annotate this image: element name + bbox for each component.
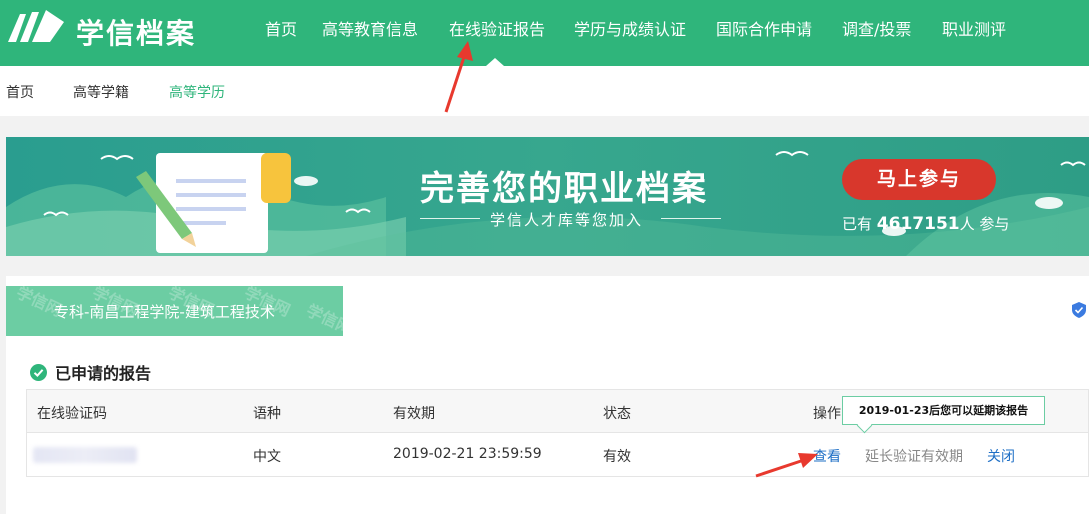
close-report-link[interactable]: 关闭 <box>987 446 1015 466</box>
school-name: 专科-南昌工程学院-建筑工程技术 <box>54 303 275 321</box>
subnav-higher-degree[interactable]: 高等学历 <box>169 82 225 102</box>
col-header-language: 语种 <box>253 406 281 422</box>
extend-tooltip: 2019-01-23后您可以延期该报告 <box>842 396 1045 425</box>
top-navbar: 学信档案 首页 高等教育信息 在线验证报告 学历与成绩认证 国际合作申请 调查/… <box>0 0 1089 66</box>
subnav-higher-enrollment[interactable]: 高等学籍 <box>73 82 129 102</box>
career-profile-banner[interactable]: 完善您的职业档案 学信人才库等您加入 马上参与 已有 4617151人 参与 <box>6 137 1089 256</box>
view-report-link[interactable]: 查看 <box>813 446 841 466</box>
shield-icon <box>1072 302 1086 318</box>
watermark-text: 学信网 <box>303 300 343 336</box>
nav-survey-vote[interactable]: 调查/投票 <box>842 16 911 40</box>
banner-divider-right <box>661 218 721 219</box>
participant-count: 已有 4617151人 参与 <box>842 213 1009 234</box>
row-language: 中文 <box>253 449 281 465</box>
col-header-validity: 有效期 <box>393 406 435 422</box>
nav-degree-grade-certification[interactable]: 学历与成绩认证 <box>574 16 686 40</box>
nav-higher-education-info[interactable]: 高等教育信息 <box>322 16 418 40</box>
participant-count-prefix: 已有 <box>842 215 873 233</box>
col-header-actions: 操作 <box>813 406 841 422</box>
participant-count-number: 4617151 <box>876 214 960 234</box>
brand-title[interactable]: 学信档案 <box>76 12 196 52</box>
school-tab[interactable]: 学信网 学信网 学信网 学信网 学信网 专科-南昌工程学院-建筑工程技术 <box>6 286 343 336</box>
nav-home[interactable]: 首页 <box>265 16 297 40</box>
subnav-home[interactable]: 首页 <box>6 82 34 102</box>
nav-international-cooperation[interactable]: 国际合作申请 <box>716 16 812 40</box>
book-logo-icon <box>8 10 64 42</box>
extend-validity-link[interactable]: 延长验证有效期 <box>865 446 963 466</box>
reports-card: 学信网 学信网 学信网 学信网 学信网 专科-南昌工程学院-建筑工程技术 已申请… <box>6 276 1089 514</box>
col-header-code: 在线验证码 <box>37 406 107 422</box>
applied-reports-heading: 已申请的报告 <box>30 360 151 384</box>
banner-divider-left <box>420 218 480 219</box>
col-header-status: 状态 <box>603 406 631 422</box>
row-valid-until: 2019-02-21 23:59:59 <box>393 446 542 462</box>
row-status: 有效 <box>603 449 631 465</box>
banner-title: 完善您的职业档案 <box>420 169 708 209</box>
nav-career-assessment[interactable]: 职业测评 <box>942 16 1006 40</box>
check-circle-icon <box>30 363 47 381</box>
sub-navbar: 首页 高等学籍 高等学历 <box>0 66 1089 116</box>
active-nav-caret <box>486 58 504 66</box>
verification-code-redacted <box>33 447 137 463</box>
participant-count-suffix: 人 参与 <box>959 215 1010 233</box>
nav-online-verification-report[interactable]: 在线验证报告 <box>449 16 545 40</box>
banner-subtitle: 学信人才库等您加入 <box>490 211 644 229</box>
section-title: 已申请的报告 <box>55 364 152 383</box>
join-now-button[interactable]: 马上参与 <box>842 159 996 200</box>
